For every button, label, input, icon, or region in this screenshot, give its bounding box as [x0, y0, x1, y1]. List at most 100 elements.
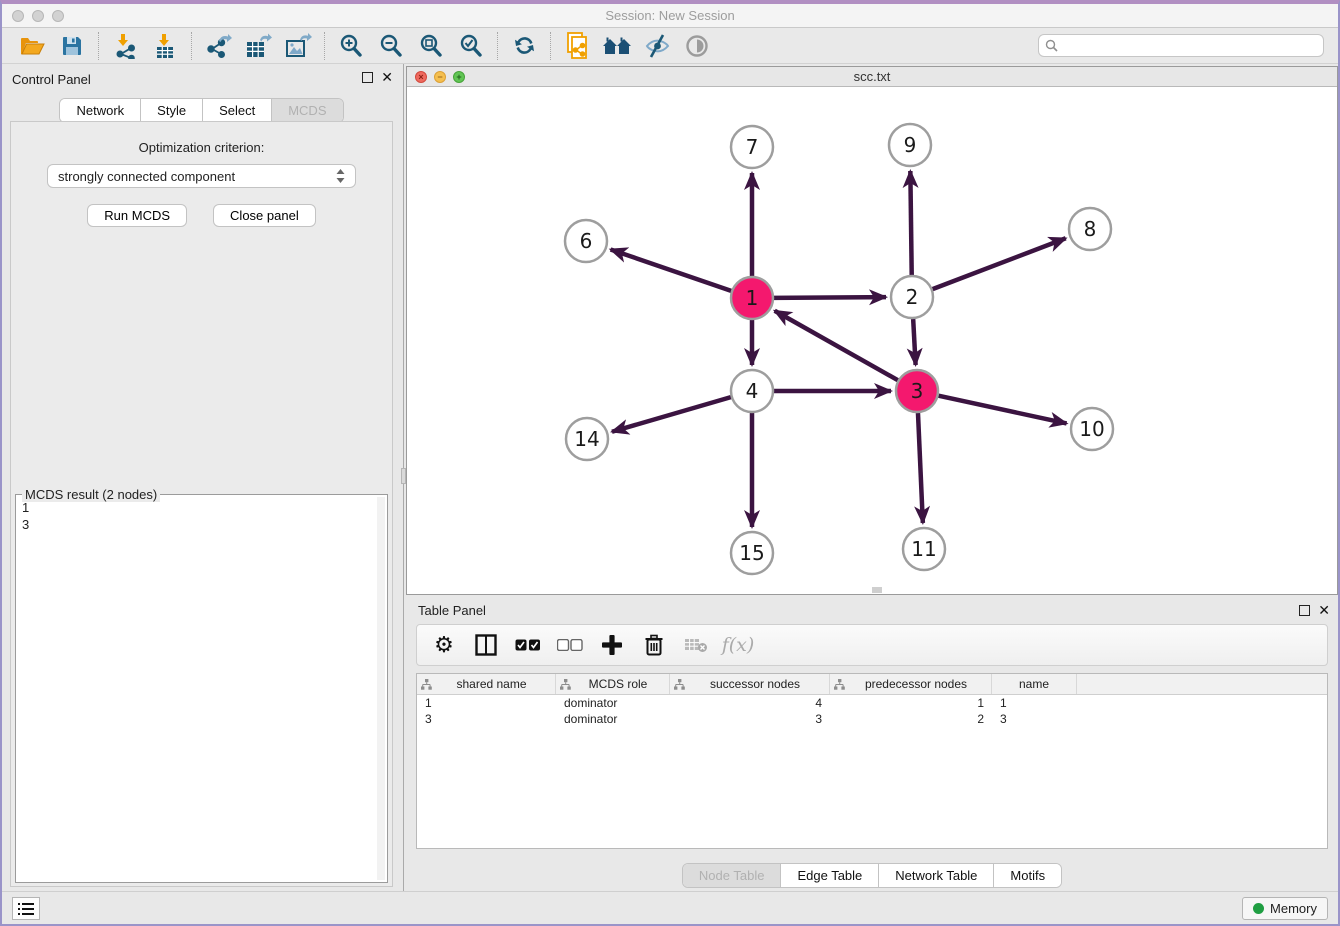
table-row[interactable]: 3dominator323	[417, 711, 1327, 727]
optimization-criterion-select[interactable]: strongly connected component	[47, 164, 356, 188]
column-header-name[interactable]: name	[992, 674, 1077, 694]
network-window-titlebar[interactable]: × − + scc.txt	[407, 67, 1337, 87]
graph-edge-3-1[interactable]	[775, 311, 898, 380]
show-all-icon[interactable]	[677, 31, 717, 61]
main-toolbar	[2, 28, 1338, 64]
graph-node-label: 8	[1084, 217, 1097, 241]
search-input[interactable]	[1062, 39, 1317, 53]
network-canvas[interactable]: 7 9 6 8 1 2 4 3 14 10 15 11	[407, 88, 1337, 594]
graph-edge-1-6[interactable]	[611, 249, 732, 290]
zoom-fit-icon[interactable]	[411, 31, 451, 61]
graph-node-8[interactable]: 8	[1069, 208, 1111, 250]
graph-edge-2-8[interactable]	[933, 238, 1066, 289]
control-panel-title: Control Panel	[12, 72, 91, 87]
memory-button[interactable]: Memory	[1242, 897, 1328, 920]
close-panel-icon[interactable]: ✕	[381, 71, 393, 83]
column-header-successor-nodes[interactable]: successor nodes	[670, 674, 830, 694]
table-cell[interactable]: 2	[830, 711, 992, 727]
float-table-panel-icon[interactable]	[1299, 605, 1310, 616]
delete-table-icon	[679, 629, 713, 661]
float-panel-icon[interactable]	[362, 72, 373, 83]
table-body: 1dominator4113dominator323	[417, 695, 1327, 727]
toolbar-separator	[98, 32, 99, 60]
tab-select[interactable]: Select	[203, 99, 272, 122]
export-image-icon[interactable]	[278, 31, 318, 61]
save-session-icon[interactable]	[52, 31, 92, 61]
copy-network-icon[interactable]	[557, 31, 597, 61]
settings-gear-icon[interactable]: ⚙	[427, 629, 461, 661]
import-table-icon[interactable]	[145, 31, 185, 61]
graph-node-11[interactable]: 11	[903, 528, 945, 570]
tab-motifs[interactable]: Motifs	[994, 864, 1061, 887]
column-type-icon	[834, 679, 845, 690]
task-history-button[interactable]	[12, 897, 40, 920]
tab-edge-table[interactable]: Edge Table	[781, 864, 879, 887]
table-cell[interactable]: 1	[992, 695, 1077, 711]
column-header-MCDS-role[interactable]: MCDS role	[556, 674, 670, 694]
graph-node-2[interactable]: 2	[891, 276, 933, 318]
tab-network[interactable]: Network	[60, 99, 141, 122]
search-box[interactable]	[1038, 34, 1324, 57]
graph-node-10[interactable]: 10	[1071, 408, 1113, 450]
import-network-icon[interactable]	[105, 31, 145, 61]
open-session-icon[interactable]	[12, 31, 52, 61]
tab-mcds[interactable]: MCDS	[272, 99, 342, 122]
graph-node-9[interactable]: 9	[889, 124, 931, 166]
graph-edge-4-14[interactable]	[612, 397, 731, 432]
split-panel-icon[interactable]	[469, 629, 503, 661]
mcds-result-text[interactable]: 1 3	[18, 497, 377, 880]
close-panel-button[interactable]: Close panel	[213, 204, 316, 227]
graph-node-label: 2	[906, 285, 919, 309]
table-cell[interactable]: 1	[417, 695, 556, 711]
column-header-shared-name[interactable]: shared name	[417, 674, 556, 694]
table-row[interactable]: 1dominator411	[417, 695, 1327, 711]
mcds-panel: Optimization criterion: strongly connect…	[10, 121, 393, 887]
table-cell[interactable]: 3	[670, 711, 830, 727]
delete-column-icon[interactable]	[637, 629, 671, 661]
tab-network-table[interactable]: Network Table	[879, 864, 994, 887]
select-all-columns-icon[interactable]	[511, 629, 545, 661]
table-cell[interactable]: dominator	[556, 711, 670, 727]
list-icon	[18, 902, 34, 916]
graph-node-1[interactable]: 1	[731, 277, 773, 319]
zoom-in-icon[interactable]	[331, 31, 371, 61]
node-table: shared nameMCDS rolesuccessor nodesprede…	[416, 673, 1328, 849]
export-network-icon[interactable]	[198, 31, 238, 61]
tab-style[interactable]: Style	[141, 99, 203, 122]
network-hscrollbar-thumb[interactable]	[872, 587, 882, 593]
network-overview-icon[interactable]	[597, 31, 637, 61]
table-toolbar: ⚙ f(x)	[416, 624, 1328, 666]
graph-node-15[interactable]: 15	[731, 532, 773, 574]
table-cell[interactable]: 4	[670, 695, 830, 711]
table-cell[interactable]: 3	[992, 711, 1077, 727]
mcds-result-box: MCDS result (2 nodes) 1 3	[15, 494, 388, 883]
column-header-predecessor-nodes[interactable]: predecessor nodes	[830, 674, 992, 694]
graph-node-7[interactable]: 7	[731, 126, 773, 168]
search-icon	[1045, 39, 1058, 52]
graph-edge-1-2[interactable]	[774, 297, 886, 298]
graph-node-label: 6	[580, 229, 593, 253]
close-table-panel-icon[interactable]: ✕	[1318, 604, 1330, 616]
table-cell[interactable]: 3	[417, 711, 556, 727]
run-mcds-button[interactable]: Run MCDS	[87, 204, 187, 227]
network-graph[interactable]: 7 9 6 8 1 2 4 3 14 10 15 11	[407, 88, 1340, 595]
deselect-all-columns-icon[interactable]	[553, 629, 587, 661]
result-scrollbar[interactable]	[377, 497, 385, 880]
table-cell[interactable]: dominator	[556, 695, 670, 711]
export-table-icon[interactable]	[238, 31, 278, 61]
graph-edge-3-10[interactable]	[938, 396, 1066, 424]
graph-node-3[interactable]: 3	[896, 370, 938, 412]
add-column-icon[interactable]	[595, 629, 629, 661]
graph-edge-2-9[interactable]	[910, 171, 911, 275]
tab-node-table[interactable]: Node Table	[683, 864, 782, 887]
table-cell[interactable]: 1	[830, 695, 992, 711]
graph-node-6[interactable]: 6	[565, 220, 607, 262]
graph-edge-2-3[interactable]	[913, 319, 915, 365]
hide-selected-icon[interactable]	[637, 31, 677, 61]
graph-edge-3-11[interactable]	[918, 413, 923, 523]
graph-node-4[interactable]: 4	[731, 370, 773, 412]
zoom-out-icon[interactable]	[371, 31, 411, 61]
graph-node-14[interactable]: 14	[566, 418, 608, 460]
zoom-selected-icon[interactable]	[451, 31, 491, 61]
refresh-icon[interactable]	[504, 31, 544, 61]
